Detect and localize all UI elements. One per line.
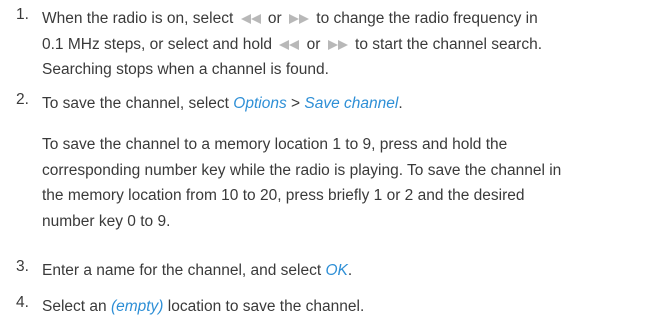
text-segment: >	[286, 95, 305, 112]
text-segment: Searching stops when a channel is found.	[42, 61, 329, 78]
step-text: Select an (empty) location to save the c…	[42, 294, 654, 320]
step-line: Searching stops when a channel is found.	[42, 57, 654, 83]
text-segment: .	[398, 95, 403, 112]
step-number: 2.	[16, 91, 29, 108]
text-segment: Select an	[42, 298, 111, 315]
text-segment: .	[347, 262, 353, 279]
text-segment: to start the channel search.	[350, 35, 543, 53]
step-line: When the radio is on, select or to chang…	[42, 6, 654, 32]
fast-forward-icon	[288, 8, 310, 34]
text-segment: location to save the channel.	[163, 298, 365, 315]
document-page: 1. When the radio is on, select or to ch…	[0, 0, 662, 328]
text-segment: or	[263, 10, 286, 27]
rewind-icon	[278, 34, 300, 60]
fast-forward-icon	[327, 34, 349, 60]
empty-location-link[interactable]: (empty)	[111, 298, 164, 315]
step-number: 4.	[16, 294, 29, 311]
options-menu-link[interactable]: Options	[233, 95, 286, 112]
step-line: Select an (empty) location to save the c…	[42, 294, 654, 320]
rewind-icon	[240, 8, 262, 34]
step-text: Enter a name for the channel, and select…	[42, 258, 654, 284]
step-number: 3.	[16, 258, 29, 275]
text-segment: or	[302, 35, 325, 53]
note-line: corresponding number key while the radio…	[42, 161, 562, 179]
text-segment: to change the radio frequency in	[311, 10, 538, 27]
note-line: the memory location from 10 to 20, press…	[42, 187, 525, 204]
step-text: When the radio is on, select or to chang…	[42, 6, 654, 83]
step-line: To save the channel, select Options > Sa…	[42, 91, 654, 117]
text-segment: Enter a name for the channel, and select	[42, 262, 326, 279]
note-text: To save the channel to a memory location…	[42, 132, 654, 234]
text-segment: To save the channel, select	[42, 95, 234, 112]
step-text: To save the channel, select Options > Sa…	[42, 91, 654, 117]
ok-softkey-link[interactable]: OK	[325, 262, 347, 279]
note-line: number key 0 to 9.	[42, 212, 171, 230]
text-segment: 0.1 MHz steps, or select and hold	[42, 35, 277, 53]
step-line: Enter a name for the channel, and select…	[42, 258, 654, 284]
note-line: To save the channel to a memory location…	[42, 136, 508, 153]
step-line: 0.1 MHz steps, or select and hold or to …	[42, 32, 654, 58]
save-channel-menu-link[interactable]: Save channel	[304, 95, 398, 112]
text-segment: When the radio is on, select	[42, 10, 238, 27]
step-number: 1.	[16, 6, 29, 23]
